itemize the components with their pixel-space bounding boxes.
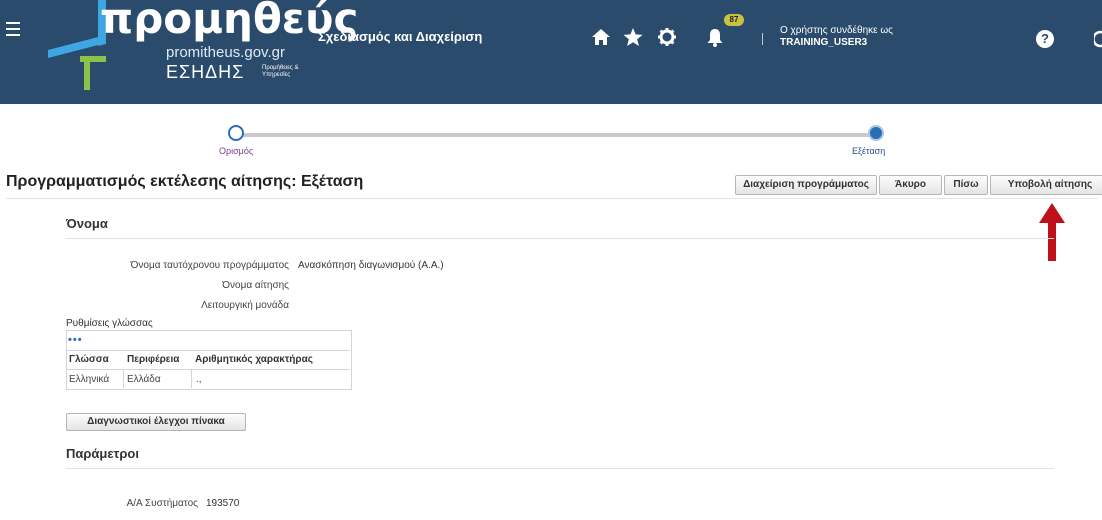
label-operating-unit: Λειτουργική μονάδα	[201, 300, 289, 311]
logo-domain: promitheus.gov.gr	[166, 44, 285, 61]
logo-esidis: ΕΣΗΔΗΣ	[166, 62, 245, 82]
train-step-review	[868, 125, 884, 141]
bell-icon[interactable]	[704, 26, 726, 48]
back-button[interactable]: Πίσω	[944, 175, 988, 195]
help-icon[interactable]: ?	[1036, 30, 1054, 48]
table-diagnostics-button[interactable]: Διαγνωστικοί έλεγχοι πίνακα	[66, 413, 246, 431]
gear-icon[interactable]	[656, 26, 678, 48]
table-divider	[67, 369, 350, 370]
language-settings-title: Ρυθμίσεις γλώσσας	[66, 318, 153, 329]
top-header: προμηθεύς promitheus.gov.gr ΕΣΗΔΗΣ Προμή…	[0, 0, 1102, 104]
logout-icon[interactable]	[1094, 30, 1102, 48]
submit-request-button[interactable]: Υποβολή αίτησης	[990, 175, 1102, 195]
table-col-divider	[191, 370, 192, 388]
label-program-name: Όνομα ταυτόχρονου προγράμματος	[130, 260, 289, 271]
col-header-region: Περιφέρεια	[127, 354, 180, 365]
page-title: Προγραμματισμός εκτέλεσης αίτησης: Εξέτα…	[6, 173, 364, 190]
cell-region: Ελλάδα	[127, 374, 161, 385]
username[interactable]: TRAINING_USER3	[780, 37, 867, 48]
train-label-review: Εξέταση	[852, 146, 886, 156]
section-title-name: Όνομα	[66, 216, 108, 231]
home-icon[interactable]	[590, 26, 612, 48]
manage-schedule-button[interactable]: Διαχείριση προγράμματος	[735, 175, 877, 195]
value-program-name: Ανασκόπηση διαγωνισμού (Α.Α.)	[298, 260, 444, 271]
app-title[interactable]: Σχεδιασμός και Διαχείριση	[318, 29, 482, 44]
logo-esidis-subtitle: Προμήθειες & Υπηρεσίες	[262, 65, 299, 78]
cell-language: Ελληνικά	[69, 374, 110, 385]
more-options-icon[interactable]: •••	[68, 334, 83, 346]
menu-icon[interactable]	[6, 22, 20, 38]
table-divider	[67, 350, 350, 351]
train-label-definition[interactable]: Ορισμός	[219, 146, 253, 156]
train-step-definition[interactable]	[228, 125, 244, 141]
col-header-numeric: Αριθμητικός χαρακτήρας	[195, 354, 313, 365]
header-divider	[762, 33, 763, 45]
train-track	[237, 133, 877, 137]
label-system-id: Α/Α Συστήματος	[126, 498, 198, 509]
notification-badge: 87	[724, 14, 744, 26]
section-divider	[66, 468, 1054, 469]
section-title-parameters: Παράμετροι	[66, 446, 139, 461]
star-icon[interactable]	[622, 26, 644, 48]
cancel-button[interactable]: Άκυρο	[879, 175, 942, 195]
label-request-name: Όνομα αίτησης	[222, 280, 289, 291]
red-arrow-icon	[1039, 203, 1065, 261]
value-system-id: 193570	[206, 498, 240, 509]
cell-numeric: .,	[196, 374, 202, 385]
col-header-language: Γλώσσα	[69, 354, 109, 365]
title-divider	[6, 198, 1098, 199]
table-col-divider	[123, 370, 124, 388]
logged-in-label: Ο χρήστης συνδέθηκε ως	[780, 25, 893, 36]
section-divider	[66, 238, 1054, 239]
